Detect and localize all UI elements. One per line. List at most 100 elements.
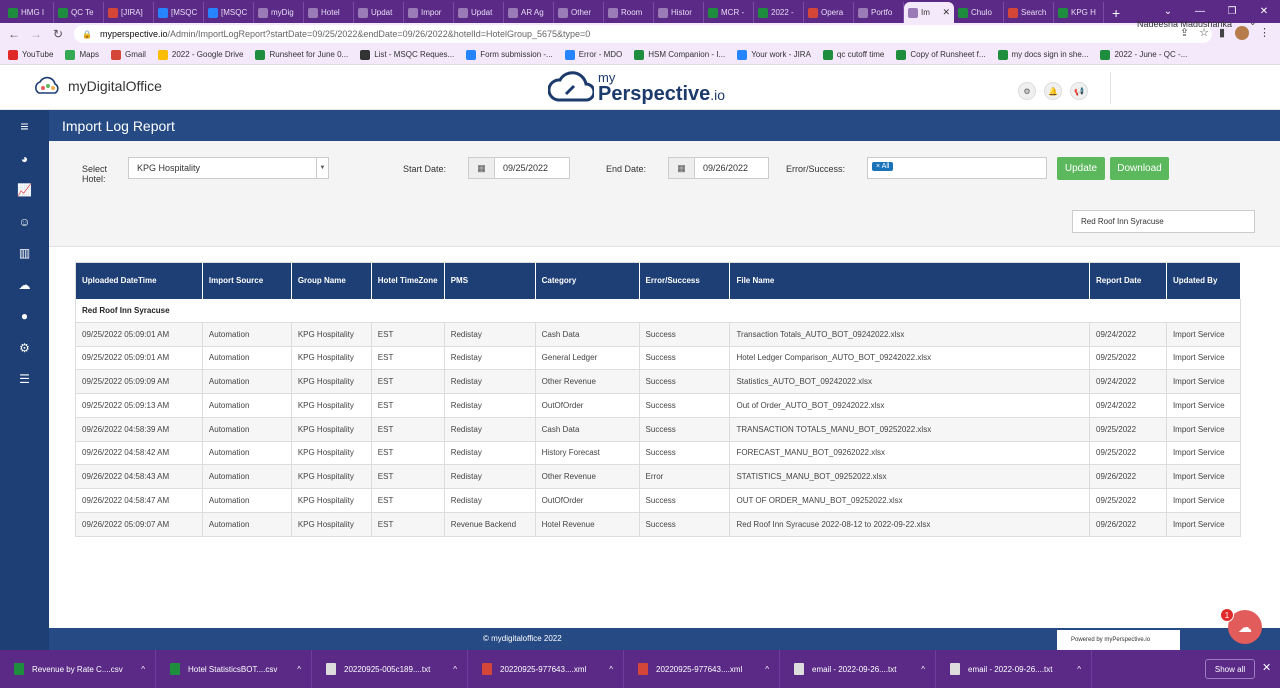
download-item[interactable]: Revenue by Rate C....csv ^ — [0, 650, 156, 688]
browser-tab[interactable]: Hotel — [304, 2, 354, 23]
reload-icon[interactable]: ↻ — [50, 27, 66, 41]
bookmark-item[interactable]: 2022 - Google Drive — [157, 49, 243, 60]
bookmark-item[interactable]: 2022 - June - QC -... — [1100, 49, 1187, 60]
browser-tab[interactable]: Im ✕ — [904, 2, 954, 23]
download-item[interactable]: email - 2022-09-26....txt ^ — [936, 650, 1092, 688]
forward-icon[interactable]: → — [28, 27, 44, 41]
dashboard-icon[interactable]: ◕ — [0, 152, 49, 166]
bookmark-item[interactable]: Your work - JIRA — [737, 49, 811, 60]
bookmark-item[interactable]: YouTube — [8, 49, 53, 60]
browser-tab[interactable]: Search — [1004, 2, 1054, 23]
select-caret-icon[interactable]: ▼ — [316, 158, 328, 178]
download-item[interactable]: 20220925-005c189....txt ^ — [312, 650, 468, 688]
browser-tab[interactable]: [MSQC — [154, 2, 204, 23]
bookmark-item[interactable]: List - MSQC Reques... — [360, 49, 454, 60]
new-tab-icon[interactable]: + — [1104, 2, 1128, 23]
browser-tab[interactable]: Room — [604, 2, 654, 23]
show-all-button[interactable]: Show all — [1205, 659, 1255, 679]
browser-tab[interactable]: Updat — [454, 2, 504, 23]
announcement-icon[interactable]: 📢 — [1070, 82, 1088, 100]
browser-tab[interactable]: AR Ag — [504, 2, 554, 23]
minimize-icon[interactable]: — — [1184, 6, 1216, 17]
browser-tab[interactable]: Other — [554, 2, 604, 23]
bookmark-item[interactable]: HSM Companion - I... — [634, 49, 725, 60]
bookmark-item[interactable]: Error - MDO — [564, 49, 622, 60]
tab-search-icon[interactable]: ⌄ — [1152, 6, 1184, 17]
end-date-field[interactable]: ▦ 09/26/2022 — [668, 157, 769, 179]
browser-tab[interactable]: Opera — [804, 2, 854, 23]
download-button[interactable]: Download — [1110, 157, 1169, 180]
calendar-icon[interactable]: ▦ — [669, 158, 695, 178]
update-button[interactable]: Update — [1057, 157, 1105, 180]
tab-close-icon[interactable]: ✕ — [942, 7, 950, 18]
column-header[interactable]: Uploaded DateTime — [75, 262, 203, 299]
chat-button[interactable]: ☁ 1 — [1220, 608, 1262, 644]
bar-chart-icon[interactable]: ▥ — [0, 246, 49, 260]
browser-tab[interactable]: myDig — [254, 2, 304, 23]
column-header[interactable]: Hotel TimeZone — [371, 262, 445, 299]
browser-tab[interactable]: [MSQC — [204, 2, 254, 23]
cogs-icon[interactable]: ⚙ — [0, 341, 49, 355]
column-header[interactable]: Error/Success — [639, 262, 731, 299]
back-icon[interactable]: ← — [6, 27, 22, 41]
chevron-up-icon[interactable]: ^ — [765, 665, 769, 674]
error-success-select[interactable]: × All — [867, 157, 1047, 179]
start-date-field[interactable]: ▦ 09/25/2022 — [468, 157, 570, 179]
bookmark-item[interactable]: Gmail — [111, 49, 146, 60]
cloud-upload-icon[interactable]: ☁ — [0, 278, 49, 292]
chevron-up-icon[interactable]: ^ — [141, 665, 145, 674]
column-header[interactable]: Category — [535, 262, 640, 299]
close-icon[interactable]: ✕ — [1262, 661, 1271, 674]
smiley-icon[interactable]: ☺ — [0, 215, 49, 229]
download-item[interactable]: 20220925-977643....xml ^ — [468, 650, 624, 688]
bookmark-item[interactable]: my docs sign in she... — [997, 49, 1088, 60]
lock-icon[interactable]: 🔒 — [82, 30, 92, 39]
close-window-icon[interactable]: ✕ — [1248, 6, 1280, 17]
column-header[interactable]: Group Name — [291, 262, 372, 299]
url-field[interactable]: 🔒 myperspective.io /Admin/ImportLogRepor… — [74, 25, 1212, 43]
bookmark-item[interactable]: qc cutoff time — [822, 49, 884, 60]
browser-tab[interactable]: Histor — [654, 2, 704, 23]
download-item[interactable]: email - 2022-09-26....txt ^ — [780, 650, 936, 688]
hotel-select[interactable]: KPG Hospitality ▼ — [128, 157, 329, 179]
user-name[interactable]: Nadeesha Madushanka — [1137, 19, 1232, 29]
settings-gear-icon[interactable]: ⚙ — [1018, 82, 1036, 100]
line-chart-icon[interactable]: 📈 — [0, 183, 49, 197]
browser-tab[interactable]: Chulo — [954, 2, 1004, 23]
calendar-icon[interactable]: ▦ — [469, 158, 495, 178]
user-icon[interactable]: ● — [0, 309, 49, 323]
mydigitaloffice-logo[interactable]: myDigitalOffice — [32, 76, 162, 96]
browser-tab[interactable]: [JIRA] — [104, 2, 154, 23]
column-header[interactable]: Import Source — [202, 262, 292, 299]
browser-tab[interactable]: Updat — [354, 2, 404, 23]
download-item[interactable]: Hotel StatisticsBOT....csv ^ — [156, 650, 312, 688]
browser-tab[interactable]: Impor — [404, 2, 454, 23]
browser-tab[interactable]: Portfo — [854, 2, 904, 23]
column-header[interactable]: PMS — [444, 262, 536, 299]
chevron-up-icon[interactable]: ^ — [609, 665, 613, 674]
menu-kebab-icon[interactable]: ⋮ — [1259, 26, 1270, 40]
bookmark-item[interactable]: Maps — [65, 49, 99, 60]
bookmark-item[interactable]: Copy of Runsheet f... — [896, 49, 986, 60]
bookmark-item[interactable]: Runsheet for June 0... — [255, 49, 348, 60]
notification-bell-icon[interactable]: 🔔 — [1044, 82, 1062, 100]
bookmark-item[interactable]: Form submission -... — [466, 49, 553, 60]
download-item[interactable]: 20220925-977643....xml ^ — [624, 650, 780, 688]
column-header[interactable]: Updated By — [1166, 262, 1242, 299]
restore-icon[interactable]: ❐ — [1216, 6, 1248, 17]
browser-tab[interactable]: 2022 - — [754, 2, 804, 23]
profile-avatar[interactable] — [1235, 26, 1249, 40]
all-tag[interactable]: × All — [872, 162, 894, 171]
hamburger-menu-icon[interactable]: ≡ — [0, 118, 49, 134]
chevron-up-icon[interactable]: ^ — [921, 665, 925, 674]
browser-tab[interactable]: KPG H — [1054, 2, 1104, 23]
chevron-up-icon[interactable]: ^ — [297, 665, 301, 674]
browser-tab[interactable]: QC Te — [54, 2, 104, 23]
chevron-down-icon[interactable]: ⌄ — [1249, 17, 1257, 28]
browser-tab[interactable]: MCR - — [704, 2, 754, 23]
list-icon[interactable]: ☰ — [0, 372, 49, 386]
column-header[interactable]: Report Date — [1089, 262, 1167, 299]
browser-tab[interactable]: HMG I — [4, 2, 54, 23]
column-header[interactable]: File Name — [729, 262, 1091, 299]
chevron-up-icon[interactable]: ^ — [1077, 665, 1081, 674]
